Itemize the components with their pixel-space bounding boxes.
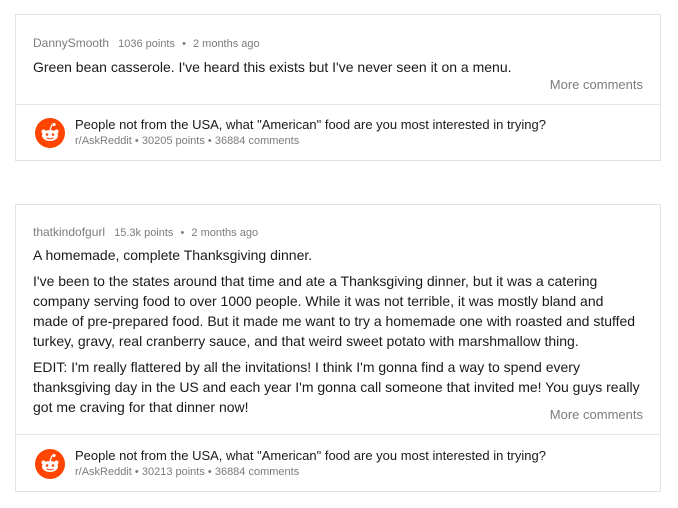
meta-separator: • xyxy=(207,135,212,147)
post-comments[interactable]: 36884 comments xyxy=(215,135,299,147)
post-subreddit[interactable]: r/AskReddit xyxy=(75,466,132,478)
comment-author[interactable]: thatkindofgurl xyxy=(33,225,105,239)
comment-age: 2 months ago xyxy=(192,38,260,50)
post-link[interactable]: People not from the USA, what "American"… xyxy=(16,104,660,161)
comment-meta: DannySmooth 1036 points • 2 months ago xyxy=(33,36,642,51)
post-subreddit[interactable]: r/AskReddit xyxy=(75,135,132,147)
comment-text: A homemade, complete Thanksgiving dinner… xyxy=(33,247,313,263)
comment-author[interactable]: DannySmooth xyxy=(33,36,109,50)
meta-separator: • xyxy=(134,466,139,478)
reddit-snoo-icon xyxy=(35,449,65,479)
comment: thatkindofgurl 15.3k points • 2 months a… xyxy=(16,225,660,417)
comment-meta: thatkindofgurl 15.3k points • 2 months a… xyxy=(33,225,642,240)
comment-age: 2 months ago xyxy=(191,227,259,239)
more-comments-link[interactable]: More comments xyxy=(550,77,643,92)
post-points: 30213 points xyxy=(141,466,205,478)
post-points: 30205 points xyxy=(141,135,205,147)
more-comments-link[interactable]: More comments xyxy=(550,407,643,422)
comment: DannySmooth 1036 points • 2 months ago G… xyxy=(16,36,660,77)
post-link[interactable]: People not from the USA, what "American"… xyxy=(16,434,660,491)
reddit-snoo-icon xyxy=(35,118,65,148)
comment-text: Green bean casserole. I've heard this ex… xyxy=(33,59,512,75)
post-comments[interactable]: 36884 comments xyxy=(215,466,299,478)
comment-card: thatkindofgurl 15.3k points • 2 months a… xyxy=(15,204,661,492)
comment-card: DannySmooth 1036 points • 2 months ago G… xyxy=(15,14,661,161)
meta-separator: • xyxy=(182,38,186,50)
meta-separator: • xyxy=(207,466,212,478)
post-title[interactable]: People not from the USA, what "American"… xyxy=(75,117,546,132)
post-meta: r/AskReddit • 30213 points • 36884 comme… xyxy=(75,466,299,478)
post-meta: r/AskReddit • 30205 points • 36884 comme… xyxy=(75,135,299,147)
post-title[interactable]: People not from the USA, what "American"… xyxy=(75,448,546,463)
comment-points: 1036 points xyxy=(118,38,175,50)
meta-separator: • xyxy=(134,135,139,147)
meta-separator: • xyxy=(180,227,185,239)
comment-points: 15.3k points xyxy=(114,227,174,239)
comment-text: I've been to the states around that time… xyxy=(33,273,636,349)
